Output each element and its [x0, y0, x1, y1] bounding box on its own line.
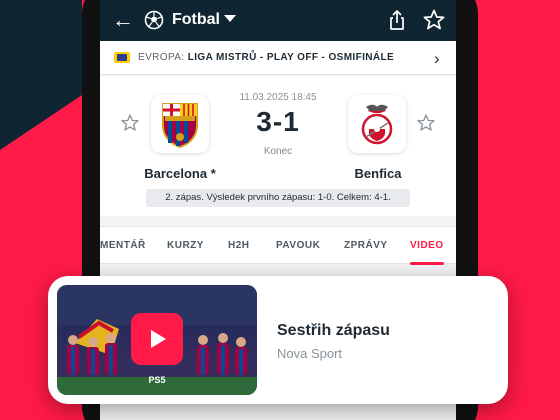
- benfica-crest-icon: [361, 104, 393, 145]
- europe-flag-icon: [114, 52, 130, 63]
- back-arrow-icon[interactable]: ←: [112, 7, 134, 33]
- svg-text:PS5: PS5: [148, 375, 165, 385]
- video-thumbnail[interactable]: PS5: [57, 285, 257, 395]
- share-icon[interactable]: [386, 9, 408, 31]
- sport-selector-label[interactable]: Fotbal: [172, 11, 220, 29]
- chevron-right-icon[interactable]: ›: [434, 49, 440, 69]
- chevron-down-icon[interactable]: [224, 15, 236, 22]
- video-title[interactable]: Sestřih zápasu: [277, 322, 390, 340]
- tab-commentary[interactable]: MENTÁŘ: [100, 240, 146, 251]
- league-competition: LIGA MISTRŮ - PLAY OFF - OSMIFINÁLE: [187, 52, 395, 63]
- league-title: EVROPA: LIGA MISTRŮ - PLAY OFF - OSMIFIN…: [138, 52, 394, 63]
- away-favorite-star-icon[interactable]: [416, 113, 436, 133]
- match-date: 11.03.2025 18:45: [239, 92, 317, 103]
- tab-odds[interactable]: KURZY: [167, 240, 204, 251]
- home-team-logo[interactable]: [151, 95, 209, 153]
- tab-bracket[interactable]: PAVOUK: [276, 240, 320, 251]
- top-bar: ← Fotbal: [100, 0, 456, 41]
- active-tab-indicator: [410, 262, 444, 265]
- match-tabs: MENTÁŘ KURZY H2H PAVOUK ZPRÁVY VIDEO: [100, 226, 456, 265]
- home-favorite-star-icon[interactable]: [120, 113, 140, 133]
- match-score: 3-1: [256, 106, 300, 137]
- aggregate-info: 2. zápas. Výsledek prvního zápasu: 1-0. …: [146, 189, 410, 207]
- favorite-star-icon[interactable]: [422, 8, 446, 32]
- tab-video[interactable]: VIDEO: [410, 240, 444, 251]
- play-button-icon[interactable]: [131, 313, 183, 365]
- soccer-ball-icon: [144, 10, 164, 30]
- match-status: Konec: [263, 146, 293, 157]
- barcelona-crest-icon: [162, 103, 198, 149]
- video-source: Nova Sport: [277, 346, 343, 361]
- home-team-name[interactable]: Barcelona *: [120, 166, 240, 181]
- league-country: EVROPA:: [138, 52, 188, 63]
- league-bar[interactable]: EVROPA: LIGA MISTRŮ - PLAY OFF - OSMIFIN…: [100, 41, 456, 75]
- tab-news[interactable]: ZPRÁVY: [344, 240, 388, 251]
- video-card[interactable]: PS5 Sestřih zápasu Nova Sport: [48, 276, 508, 404]
- tab-h2h[interactable]: H2H: [228, 240, 250, 251]
- match-header: 11.03.2025 18:45 3-1 Konec Barcelona * B…: [100, 76, 456, 216]
- away-team-name[interactable]: Benfica: [318, 166, 438, 181]
- away-team-logo[interactable]: [348, 95, 406, 153]
